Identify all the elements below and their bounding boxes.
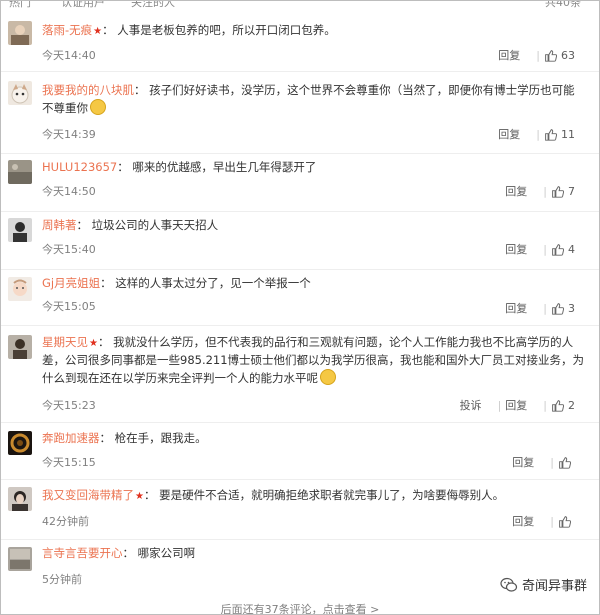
comment-item: HULU123657： 哪来的优越感，早出生几年得瑟开了 今天14:50 回复 …: [1, 153, 599, 212]
member-star-icon: ★: [93, 26, 103, 37]
reply-button[interactable]: 回复: [512, 513, 534, 529]
comment-time: 今天14:50: [42, 185, 96, 198]
comment-actions: 回复 |: [512, 513, 575, 529]
avatar[interactable]: [8, 160, 32, 184]
smirk-emoji-icon: [320, 369, 336, 385]
comment-actions: 回复 | 4: [505, 241, 575, 257]
avatar[interactable]: [8, 431, 32, 455]
thumbs-up-icon[interactable]: [551, 185, 564, 198]
thumbs-up-icon[interactable]: [551, 399, 564, 412]
like-count: 4: [568, 242, 575, 256]
commenter-name[interactable]: 周韩著: [42, 218, 77, 232]
comment-item: 周韩著： 垃圾公司的人事天天招人 今天15:40 回复 | 4: [1, 211, 599, 270]
comment-body: 落雨-无痕★： 人事是老板包养的吧，所以开口闭口包养。: [42, 22, 585, 40]
like-count: 11: [561, 127, 575, 141]
commenter-name[interactable]: 我又变回海带精了: [42, 488, 134, 502]
comment-actions: 投诉 | 回复 | 2: [459, 397, 575, 413]
comment-time: 今天15:05: [42, 300, 96, 313]
comment-body: 言寺言吾要开心： 哪家公司啊: [42, 546, 196, 560]
member-star-icon: ★: [89, 338, 98, 349]
commenter-name[interactable]: Gj月亮姐姐: [42, 276, 100, 290]
wechat-icon: [500, 576, 518, 594]
comment-text: 哪家公司啊: [137, 546, 196, 560]
comment-actions: 回复 | 3: [505, 300, 575, 316]
comment-panel: 热门 认证用户 关注的人 共40条 落雨-无痕★： 人事是老板包养的吧，所以开口…: [0, 0, 600, 615]
thumbs-up-icon[interactable]: [558, 456, 571, 469]
comment-text: 哪来的优越感，早出生几年得瑟开了: [132, 160, 317, 174]
comment-item: 星期天见★： 我就没什么学历，但不代表我的品行和三观就有问题，论个人工作能力我也…: [1, 325, 599, 423]
commenter-name[interactable]: 我要我的的八块肌: [42, 83, 134, 97]
avatar[interactable]: [8, 277, 32, 301]
watermark-text: 奇闻异事群: [521, 579, 587, 594]
like-count: 7: [568, 184, 575, 198]
comment-actions: 回复 | 7: [505, 183, 575, 199]
comment-text: 要是硬件不合适，就明确拒绝求职者就完事儿了，为啥要侮辱别人。: [159, 488, 505, 502]
reply-button[interactable]: 回复: [505, 183, 527, 199]
thumbs-up-icon[interactable]: [544, 128, 557, 141]
thumbs-up-icon[interactable]: [551, 302, 564, 315]
reply-button[interactable]: 回复: [498, 47, 520, 63]
thumbs-up-icon[interactable]: [551, 243, 564, 256]
comment-item: 我要我的的八块肌： 孩子们好好读书，没学历，这个世界不会尊重你（当然了，即便你有…: [1, 71, 599, 154]
comment-actions: 回复 | 11: [498, 126, 575, 142]
avatar[interactable]: [8, 487, 32, 511]
avatar[interactable]: [8, 218, 32, 242]
like-count: 2: [568, 398, 575, 412]
comment-text: 人事是老板包养的吧，所以开口闭口包养。: [117, 23, 336, 37]
comment-item: 落雨-无痕★： 人事是老板包养的吧，所以开口闭口包养。 今天14:40 回复 |…: [1, 9, 599, 72]
comment-body: 我要我的的八块肌： 孩子们好好读书，没学历，这个世界不会尊重你（当然了，即便你有…: [42, 83, 575, 115]
comment-text: 我就没什么学历，但不代表我的品行和三观就有问题，论个人工作能力我也不比高学历的人…: [42, 335, 585, 385]
avatar[interactable]: [8, 81, 32, 105]
watermark: 奇闻异事群: [500, 575, 587, 594]
tab-bar-partial: 热门 认证用户 关注的人 共40条: [1, 1, 599, 9]
avatar[interactable]: [8, 21, 32, 45]
comment-body: HULU123657： 哪来的优越感，早出生几年得瑟开了: [42, 160, 317, 174]
like-count: 63: [561, 48, 575, 62]
reply-button[interactable]: 回复: [498, 126, 520, 142]
comment-body: 奔跑加速器： 枪在手，跟我走。: [42, 431, 207, 445]
comment-text: 枪在手，跟我走。: [114, 431, 207, 445]
comment-body: 我又变回海带精了★： 要是硬件不合适，就明确拒绝求职者就完事儿了，为啥要侮辱别人…: [42, 487, 585, 505]
comment-body: Gj月亮姐姐： 这样的人事太过分了，见一个举报一个: [42, 276, 311, 290]
reply-button[interactable]: 回复: [505, 397, 527, 413]
commenter-name[interactable]: HULU123657: [42, 160, 117, 174]
avatar[interactable]: [8, 547, 32, 571]
load-more-link[interactable]: 后面还有37条评论，点击查看 >: [1, 601, 599, 614]
comment-item: 奔跑加速器： 枪在手，跟我走。 今天15:15 回复 |: [1, 422, 599, 480]
comment-time: 今天14:40: [42, 49, 96, 62]
comment-time: 今天15:15: [42, 456, 96, 469]
like-count: 3: [568, 301, 575, 315]
commenter-name[interactable]: 星期天见: [42, 335, 88, 349]
comment-item: 我又变回海带精了★： 要是硬件不合适，就明确拒绝求职者就完事儿了，为啥要侮辱别人…: [1, 479, 599, 540]
report-button[interactable]: 投诉: [460, 397, 482, 413]
comment-actions: 回复 | 63: [498, 47, 575, 63]
comment-time: 42分钟前: [42, 515, 89, 528]
avatar[interactable]: [8, 335, 32, 359]
comment-item: Gj月亮姐姐： 这样的人事太过分了，见一个举报一个 今天15:05 回复 | 3: [1, 269, 599, 326]
member-star-icon: ★: [135, 491, 144, 502]
reply-button[interactable]: 回复: [505, 300, 527, 316]
comment-text: 这样的人事太过分了，见一个举报一个: [115, 276, 311, 290]
reply-button[interactable]: 回复: [505, 241, 527, 257]
comment-time: 今天15:23: [42, 399, 96, 412]
laughing-emoji-icon: [90, 99, 106, 115]
thumbs-up-icon[interactable]: [558, 515, 571, 528]
thumbs-up-icon[interactable]: [544, 49, 557, 62]
comment-body: 周韩著： 垃圾公司的人事天天招人: [42, 218, 219, 232]
commenter-name[interactable]: 奔跑加速器: [42, 431, 100, 445]
comment-text: 垃圾公司的人事天天招人: [91, 218, 219, 232]
comment-time: 今天15:40: [42, 243, 96, 256]
commenter-name[interactable]: 落雨-无痕: [42, 23, 92, 37]
reply-button[interactable]: 回复: [512, 454, 534, 470]
comment-time: 今天14:39: [42, 128, 96, 141]
commenter-name[interactable]: 言寺言吾要开心: [42, 546, 123, 560]
comment-actions: 回复 |: [512, 454, 575, 470]
comment-body: 星期天见★： 我就没什么学历，但不代表我的品行和三观就有问题，论个人工作能力我也…: [42, 335, 585, 385]
comment-time: 5分钟前: [42, 573, 82, 586]
